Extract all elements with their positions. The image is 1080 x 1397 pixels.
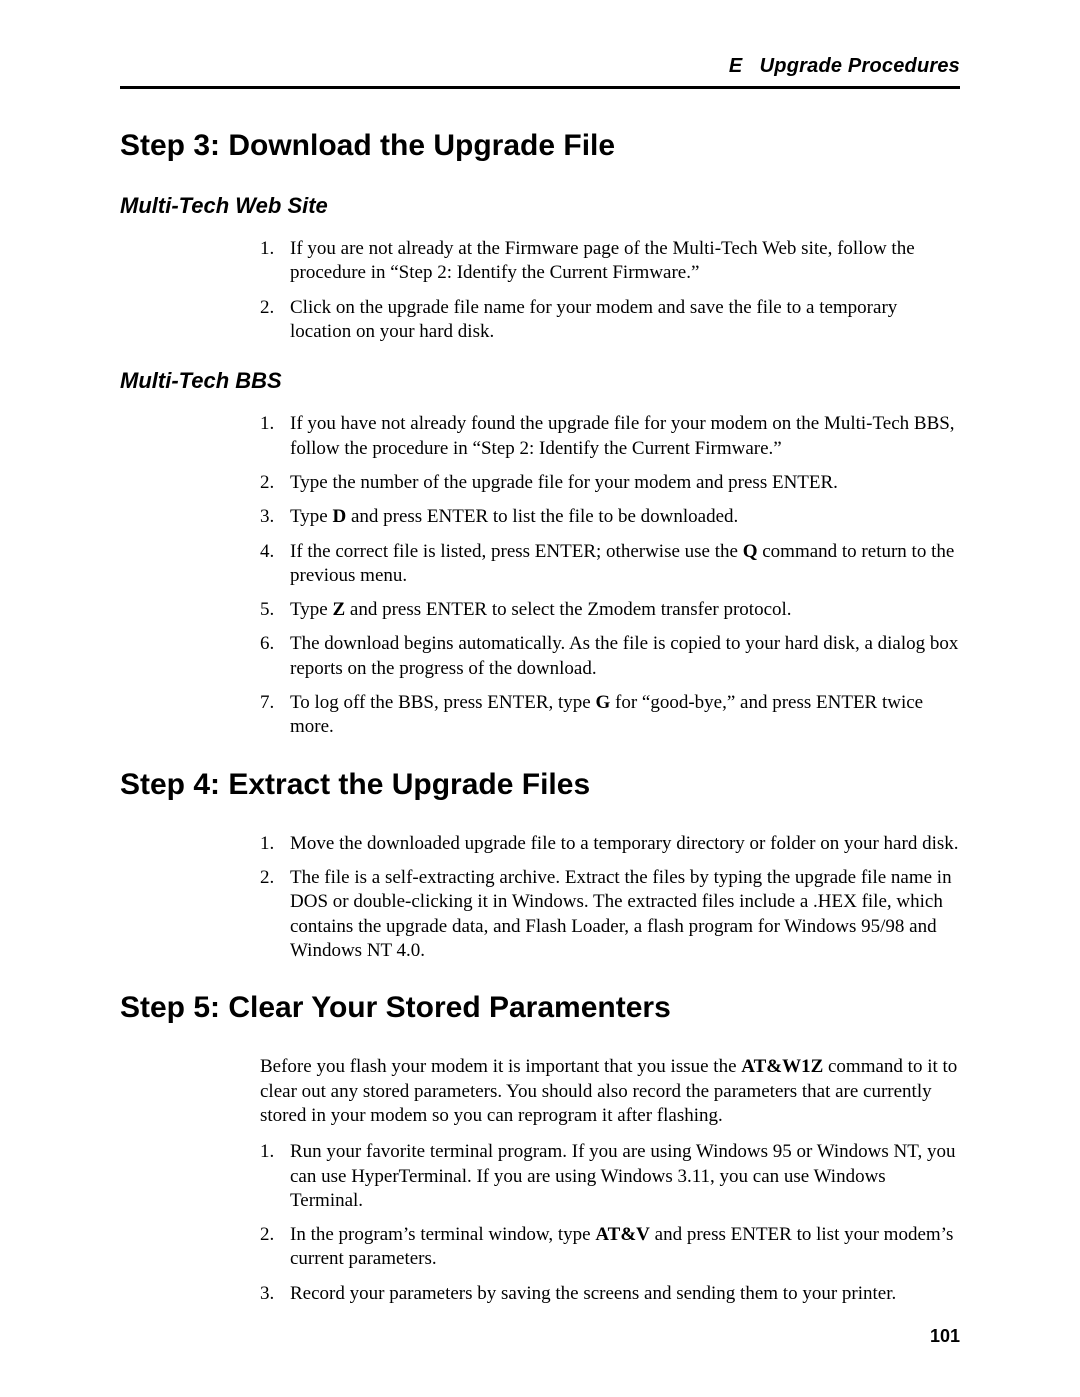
page-number: 101 <box>930 1326 960 1347</box>
list-item: The download begins automatically. As th… <box>260 632 960 681</box>
heading-multitech-website: Multi-Tech Web Site <box>120 193 960 219</box>
list-item: The file is a self-extracting archive. E… <box>260 866 960 963</box>
list-text: Move the downloaded upgrade file to a te… <box>290 833 959 854</box>
list-text: The download begins automatically. As th… <box>290 633 958 678</box>
list-text-bold: Q <box>743 541 758 562</box>
list-text-bold: D <box>332 506 346 527</box>
list-text: Record your parameters by saving the scr… <box>290 1283 896 1304</box>
list-extract: Move the downloaded upgrade file to a te… <box>260 832 960 964</box>
list-text-bold: G <box>595 692 610 713</box>
list-item: In the program’s terminal window, type A… <box>260 1223 960 1272</box>
list-item: If the correct file is listed, press ENT… <box>260 540 960 589</box>
list-item: Type D and press ENTER to list the file … <box>260 505 960 529</box>
list-text: Run your favorite terminal program. If y… <box>290 1141 955 1211</box>
list-text: Click on the upgrade file name for your … <box>290 297 897 342</box>
heading-step-3: Step 3: Download the Upgrade File <box>120 129 960 163</box>
list-text-pre: If the correct file is listed, press ENT… <box>290 541 743 562</box>
intro-bold: AT&W1Z <box>741 1056 823 1077</box>
list-item: Move the downloaded upgrade file to a te… <box>260 832 960 856</box>
list-item: If you have not already found the upgrad… <box>260 412 960 461</box>
list-item: Type Z and press ENTER to select the Zmo… <box>260 598 960 622</box>
list-text-pre: In the program’s terminal window, type <box>290 1224 595 1245</box>
header-prefix: E <box>729 55 743 77</box>
list-item: Record your parameters by saving the scr… <box>260 1282 960 1306</box>
header-title: Upgrade Procedures <box>760 55 960 77</box>
list-text: If you are not already at the Firmware p… <box>290 238 915 283</box>
list-item: If you are not already at the Firmware p… <box>260 237 960 286</box>
list-text: The file is a self-extracting archive. E… <box>290 867 952 961</box>
list-item: To log off the BBS, press ENTER, type G … <box>260 691 960 740</box>
list-text-bold: Z <box>332 599 345 620</box>
list-item: Click on the upgrade file name for your … <box>260 296 960 345</box>
running-header: E Upgrade Procedures <box>120 55 960 89</box>
list-item: Type the number of the upgrade file for … <box>260 471 960 495</box>
heading-step-4: Step 4: Extract the Upgrade Files <box>120 768 960 802</box>
list-text-post: and press ENTER to select the Zmodem tra… <box>345 599 791 620</box>
paragraph-intro: Before you flash your modem it is import… <box>260 1055 960 1128</box>
list-website: If you are not already at the Firmware p… <box>260 237 960 344</box>
list-text-pre: Type <box>290 599 332 620</box>
list-item: Run your favorite terminal program. If y… <box>260 1140 960 1213</box>
heading-multitech-bbs: Multi-Tech BBS <box>120 368 960 394</box>
list-text-post: and press ENTER to list the file to be d… <box>346 506 738 527</box>
list-text-pre: Type <box>290 506 332 527</box>
list-text-pre: To log off the BBS, press ENTER, type <box>290 692 595 713</box>
heading-step-5: Step 5: Clear Your Stored Paramenters <box>120 991 960 1025</box>
document-page: E Upgrade Procedures Step 3: Download th… <box>0 0 1080 1306</box>
list-text: Type the number of the upgrade file for … <box>290 472 838 493</box>
list-text: If you have not already found the upgrad… <box>290 413 955 458</box>
list-text-bold: AT&V <box>595 1224 650 1245</box>
intro-pre: Before you flash your modem it is import… <box>260 1056 741 1077</box>
list-clear: Run your favorite terminal program. If y… <box>260 1140 960 1306</box>
list-bbs: If you have not already found the upgrad… <box>260 412 960 739</box>
